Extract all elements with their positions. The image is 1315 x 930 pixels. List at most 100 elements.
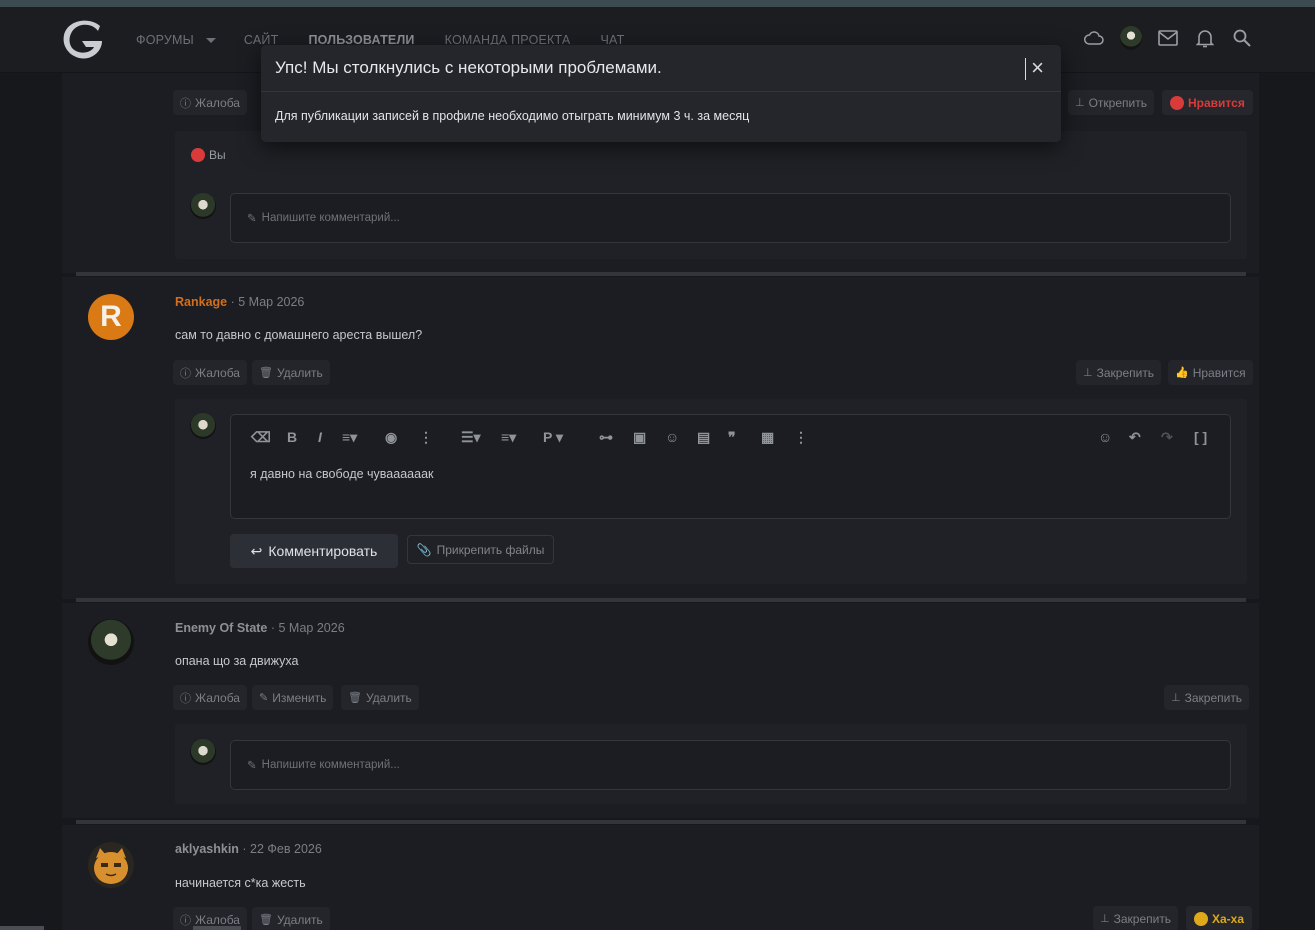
pencil-icon: ✎: [259, 692, 269, 704]
trash-icon: 🗑: [259, 914, 273, 926]
reply-icon: ↩: [250, 542, 263, 559]
comment-input[interactable]: ✎ Напишите комментарий...: [230, 193, 1231, 243]
quote-icon[interactable]: ❞: [728, 427, 736, 447]
haha-reaction-button[interactable]: Ха-ха: [1186, 906, 1253, 930]
more-icon[interactable]: ⋮: [794, 427, 808, 447]
site-logo[interactable]: [60, 17, 110, 63]
scrollbar-segment[interactable]: [193, 926, 241, 930]
close-icon[interactable]: ×: [1025, 57, 1047, 80]
pin-icon: ⊥: [1083, 367, 1093, 379]
smiley-icon[interactable]: ☺: [665, 427, 679, 447]
author-avatar[interactable]: [88, 842, 134, 888]
author-name[interactable]: aklyashkin: [175, 842, 239, 856]
redo-icon[interactable]: ↷: [1161, 427, 1173, 447]
post-header: aklyashkin · 22 Фев 2026: [175, 842, 322, 856]
like-button[interactable]: 👍 Нравится: [1168, 360, 1253, 385]
author-name[interactable]: Enemy Of State: [175, 621, 267, 635]
post-text: сам то давно с домашнего ареста вышел?: [175, 328, 423, 342]
source-code-icon[interactable]: [ ]: [1194, 427, 1207, 447]
pencil-icon: ✎: [247, 213, 257, 225]
reactions-summary[interactable]: Вы: [191, 148, 226, 162]
dialog-header: Упс! Мы столкнулись с некоторыми проблем…: [261, 45, 1061, 92]
laughing-emoji-icon: [1194, 911, 1208, 926]
edit-button[interactable]: ✎ Изменить: [252, 685, 334, 710]
author-avatar[interactable]: R: [88, 294, 134, 340]
pin-button[interactable]: ⊥ Закрепить: [1076, 360, 1162, 385]
post-date[interactable]: 5 Мар 2026: [238, 295, 304, 309]
attach-files-button[interactable]: 📎 Прикрепить файлы: [407, 535, 554, 564]
pin-icon: ⊥: [1171, 692, 1181, 704]
editor-toolbar: ⌫ B I ≡▾ ◉ ⋮ ☰▾ ≡▾ P ▾ ⊶ ▣ ☺ ▤ ❞ ▦ ⋮ ☺ ↶…: [243, 427, 1218, 447]
author-name[interactable]: Rankage: [175, 295, 227, 309]
post-date[interactable]: 5 Мар 2026: [279, 621, 345, 635]
link-icon[interactable]: ⊶: [599, 427, 613, 447]
unpin-button[interactable]: ⊥ Открепить: [1068, 90, 1154, 115]
post-header: Enemy Of State · 5 Мар 2026: [175, 621, 345, 635]
mail-icon[interactable]: [1157, 27, 1179, 49]
paragraph-icon[interactable]: P ▾: [543, 427, 563, 447]
eraser-icon[interactable]: ⌫: [251, 427, 271, 447]
cloud-icon[interactable]: [1083, 27, 1105, 49]
nav-icons: [1083, 26, 1253, 50]
author-avatar[interactable]: [88, 619, 134, 665]
comment-submit-button[interactable]: ↩ Комментировать: [230, 534, 398, 568]
pin-button[interactable]: ⊥ Закрепить: [1093, 906, 1179, 930]
emoji-icon[interactable]: ☺: [1098, 427, 1112, 447]
post-divider: [76, 598, 1246, 602]
post-text: опана що за движуха: [175, 654, 299, 668]
paperclip-icon: 📎: [416, 542, 432, 557]
user-avatar[interactable]: [1120, 26, 1142, 50]
undo-icon[interactable]: ↶: [1129, 427, 1141, 447]
heart-eyes-emoji-icon: [191, 148, 205, 162]
delete-button[interactable]: 🗑 Удалить: [252, 360, 330, 385]
thumbs-up-icon: 👍: [1175, 367, 1189, 379]
post-header: Rankage · 5 Мар 2026: [175, 295, 305, 309]
info-icon: ⓘ: [180, 914, 191, 927]
chevron-down-icon[interactable]: [205, 37, 216, 43]
info-icon: ⓘ: [180, 692, 191, 705]
heart-eyes-emoji-icon: [1170, 95, 1184, 110]
table-icon[interactable]: ▦: [761, 427, 774, 447]
info-icon: ⓘ: [180, 97, 191, 110]
palette-icon[interactable]: ◉: [385, 427, 397, 447]
report-button[interactable]: ⓘ Жалоба: [173, 90, 247, 115]
pencil-icon: ✎: [247, 760, 257, 772]
profile-post: aklyashkin · 22 Фев 2026 начинается с*ка…: [62, 825, 1259, 930]
bold-icon[interactable]: B: [287, 427, 297, 447]
italic-icon[interactable]: I: [318, 427, 322, 447]
dialog-message: Для публикации записей в профиле необход…: [275, 109, 750, 123]
dialog-title: Упс! Мы столкнулись с некоторыми проблем…: [275, 58, 662, 77]
post-divider: [76, 272, 1246, 276]
commenter-avatar: [190, 413, 216, 439]
pin-icon: ⊥: [1100, 913, 1110, 925]
info-icon: ⓘ: [180, 367, 191, 380]
comment-input[interactable]: ✎ Напишите комментарий...: [230, 740, 1231, 790]
delete-button[interactable]: 🗑 Удалить: [252, 907, 330, 930]
error-dialog: Упс! Мы столкнулись с некоторыми проблем…: [261, 45, 1061, 142]
align-icon[interactable]: ≡▾: [501, 427, 516, 447]
profile-post: Enemy Of State · 5 Мар 2026 опана що за …: [62, 603, 1259, 818]
text-format-icon[interactable]: ≡▾: [342, 427, 357, 447]
editor-content[interactable]: я давно на свободе чуваааааак: [250, 467, 433, 481]
delete-button[interactable]: 🗑 Удалить: [341, 685, 419, 710]
commenter-avatar: [190, 739, 216, 765]
nav-forums[interactable]: ФОРУМЫ: [136, 33, 194, 47]
pin-button[interactable]: ⊥ Закрепить: [1164, 685, 1250, 710]
comment-editor[interactable]: ⌫ B I ≡▾ ◉ ⋮ ☰▾ ≡▾ P ▾ ⊶ ▣ ☺ ▤ ❞ ▦ ⋮ ☺ ↶…: [230, 414, 1231, 519]
pin-icon: ⊥: [1075, 97, 1085, 109]
report-button[interactable]: ⓘ Жалоба: [173, 685, 247, 710]
image-icon[interactable]: ▣: [633, 427, 646, 447]
scrollbar-segment[interactable]: [0, 926, 44, 930]
post-date[interactable]: 22 Фев 2026: [250, 842, 322, 856]
report-button[interactable]: ⓘ Жалоба: [173, 360, 247, 385]
post-divider: [76, 820, 1246, 824]
post-text: начинается с*ка жесть: [175, 876, 306, 890]
like-reaction-button[interactable]: Нравится: [1162, 90, 1253, 115]
bell-icon[interactable]: [1194, 27, 1216, 49]
search-icon[interactable]: [1231, 27, 1253, 49]
commenter-avatar: [190, 193, 216, 219]
more-icon[interactable]: ⋮: [419, 427, 433, 447]
trash-icon: 🗑: [259, 367, 273, 379]
media-icon[interactable]: ▤: [697, 427, 710, 447]
list-icon[interactable]: ☰▾: [461, 427, 481, 447]
